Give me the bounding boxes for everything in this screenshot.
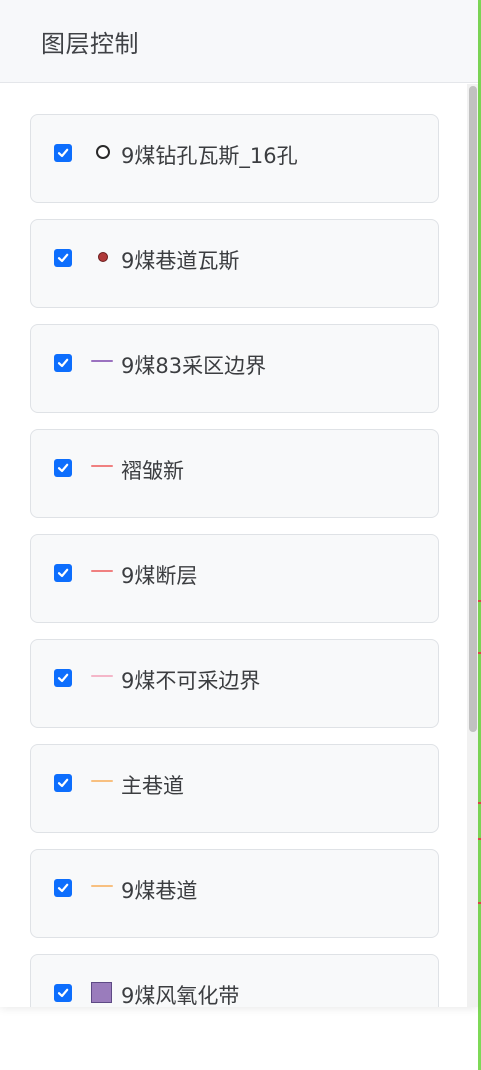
line-icon	[90, 772, 114, 796]
layer-control-panel: 图层控制 9煤钻孔瓦斯_16孔 9煤巷道瓦斯 9煤83采区边界 褶皱新 9煤断层 9煤不可…	[0, 0, 478, 1007]
layer-label: 9煤83采区边界	[121, 354, 267, 378]
layer-checkbox[interactable]	[54, 984, 72, 1002]
layer-checkbox[interactable]	[54, 249, 72, 267]
fill-shape	[91, 982, 112, 1003]
layer-item[interactable]: 9煤断层	[30, 534, 439, 623]
checkmark-icon	[57, 253, 69, 263]
layer-checkbox[interactable]	[54, 669, 72, 687]
layer-item[interactable]: 9煤不可采边界	[30, 639, 439, 728]
layer-checkbox[interactable]	[54, 774, 72, 792]
line-icon	[90, 352, 114, 376]
line-shape	[91, 885, 113, 887]
line-shape	[91, 570, 113, 572]
layer-checkbox[interactable]	[54, 564, 72, 582]
layer-label: 9煤风氧化带	[121, 984, 240, 1007]
layer-checkbox[interactable]	[54, 144, 72, 162]
checkmark-icon	[57, 778, 69, 788]
layer-item[interactable]: 褶皱新	[30, 429, 439, 518]
line-shape	[91, 780, 113, 782]
checkmark-icon	[57, 988, 69, 998]
layer-item[interactable]: 9煤83采区边界	[30, 324, 439, 413]
line-shape	[91, 465, 113, 467]
line-shape	[91, 360, 113, 362]
line-icon	[90, 457, 114, 481]
layer-item[interactable]: 9煤巷道	[30, 849, 439, 938]
circle-dot-icon	[90, 247, 114, 271]
layer-label: 9煤巷道瓦斯	[121, 249, 240, 273]
layer-checkbox[interactable]	[54, 459, 72, 477]
panel-body[interactable]: 9煤钻孔瓦斯_16孔 9煤巷道瓦斯 9煤83采区边界 褶皱新 9煤断层 9煤不可采边界 主巷…	[0, 84, 478, 1007]
panel-title: 图层控制	[41, 29, 139, 58]
layer-item[interactable]: 9煤钻孔瓦斯_16孔	[30, 114, 439, 203]
line-shape	[91, 675, 113, 677]
layer-label: 9煤巷道	[121, 879, 198, 903]
layer-item[interactable]: 9煤巷道瓦斯	[30, 219, 439, 308]
app-window: 图层控制 9煤钻孔瓦斯_16孔 9煤巷道瓦斯 9煤83采区边界 褶皱新 9煤断层 9煤不可…	[0, 0, 481, 1070]
scrollbar-thumb[interactable]	[469, 86, 477, 732]
line-icon	[90, 667, 114, 691]
checkmark-icon	[57, 358, 69, 368]
line-icon	[90, 877, 114, 901]
layer-item[interactable]: 主巷道	[30, 744, 439, 833]
layer-checkbox[interactable]	[54, 354, 72, 372]
dot-shape	[98, 252, 108, 262]
fill-square-icon	[90, 982, 114, 1006]
line-icon	[90, 562, 114, 586]
layer-label: 9煤钻孔瓦斯_16孔	[121, 144, 298, 168]
checkmark-icon	[57, 148, 69, 158]
checkmark-icon	[57, 673, 69, 683]
panel-header: 图层控制	[0, 0, 478, 83]
layer-list: 9煤钻孔瓦斯_16孔 9煤巷道瓦斯 9煤83采区边界 褶皱新 9煤断层 9煤不可采边界 主巷…	[30, 114, 439, 1007]
layer-label: 主巷道	[121, 774, 184, 798]
checkmark-icon	[57, 463, 69, 473]
circle-ring-icon	[90, 142, 114, 166]
layer-checkbox[interactable]	[54, 879, 72, 897]
ring-shape	[96, 145, 110, 159]
layer-label: 褶皱新	[121, 459, 184, 483]
layer-item[interactable]: 9煤风氧化带	[30, 954, 439, 1007]
layer-label: 9煤断层	[121, 564, 198, 588]
checkmark-icon	[57, 568, 69, 578]
checkmark-icon	[57, 883, 69, 893]
layer-label: 9煤不可采边界	[121, 669, 261, 693]
